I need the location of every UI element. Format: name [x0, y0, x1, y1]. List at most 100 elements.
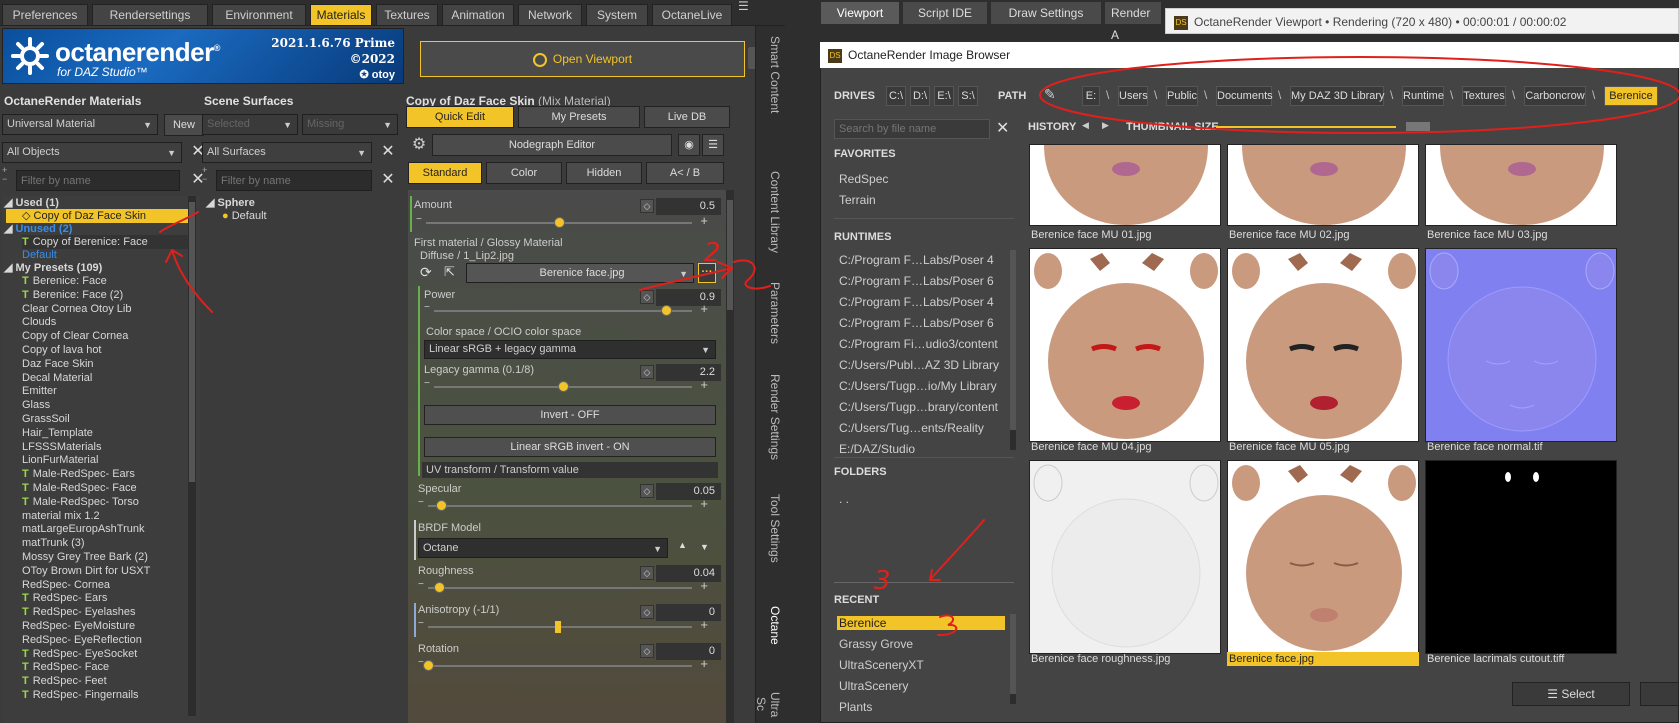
new-material-button[interactable]: New	[164, 114, 204, 136]
link-icon[interactable]: ◇	[640, 484, 654, 498]
uv-transform-row[interactable]: UV transform / Transform value	[422, 462, 718, 478]
tab-draw-settings[interactable]: Draw Settings	[991, 2, 1101, 24]
preset-item[interactable]: T Male-RedSpec- Torso	[22, 495, 139, 509]
legacy-gamma-value[interactable]: 2.2	[656, 364, 721, 381]
preset-item[interactable]: Emitter	[22, 384, 57, 398]
roughness-slider[interactable]: − +	[418, 578, 708, 594]
preset-item[interactable]: T RedSpec- Feet	[22, 674, 107, 688]
preset-item[interactable]: Clouds	[22, 315, 56, 329]
runtimes-item[interactable]: E:/DAZ/Studio	[839, 442, 915, 456]
minus-icon[interactable]: −	[418, 618, 424, 629]
presets-group[interactable]: ◢ My Presets (109)	[4, 261, 102, 275]
plus-icon[interactable]: +	[700, 496, 708, 511]
expand-collapse-icon[interactable]: + −	[202, 166, 212, 184]
slider-track[interactable]	[434, 310, 692, 312]
preset-item[interactable]: Mossy Grey Tree Bark (2)	[22, 550, 148, 564]
power-value[interactable]: 0.9	[656, 289, 721, 306]
link-icon[interactable]: ◇	[640, 290, 654, 304]
open-viewport-button[interactable]: Open Viewport	[420, 41, 745, 77]
panel-menu-icon[interactable]: ☰	[738, 0, 752, 18]
tab-network[interactable]: Network	[518, 4, 582, 26]
surfaces-filter-select[interactable]: All Surfaces	[202, 142, 372, 163]
thumbnail-label[interactable]: Berenice face MU 03.jpg	[1425, 228, 1617, 242]
minus-icon[interactable]: −	[418, 497, 424, 508]
drive-d[interactable]: D:\	[910, 86, 930, 106]
reload-icon[interactable]: ⟳	[420, 264, 436, 282]
runtimes-scrollbar[interactable]	[1010, 250, 1016, 450]
tab-quick-edit[interactable]: Quick Edit	[406, 106, 514, 128]
slider-handle[interactable]	[423, 660, 434, 671]
preset-item[interactable]: GrassSoil	[22, 412, 70, 426]
side-tab-tool-settings[interactable]: Tool Settings	[760, 494, 782, 563]
preset-item[interactable]: T Berenice: Face (2)	[22, 288, 123, 302]
used-material-item[interactable]: ◇ Copy of Daz Face Skin	[6, 209, 190, 223]
recent-item[interactable]: Plants	[839, 700, 872, 714]
recent-item[interactable]: Grassy Grove	[839, 637, 913, 651]
preset-item[interactable]: Clear Cornea Otoy Lib	[22, 302, 131, 316]
arrow-up-icon[interactable]: ▲	[678, 540, 687, 550]
thumbnail-size-handle[interactable]	[1406, 122, 1430, 131]
tab-viewport[interactable]: Viewport	[821, 2, 899, 24]
tab-live-db[interactable]: Live DB	[644, 106, 730, 128]
material-type-select[interactable]: Universal Material	[2, 114, 158, 135]
tab-script-ide[interactable]: Script IDE	[903, 2, 987, 24]
tab-system[interactable]: System	[586, 4, 648, 26]
runtimes-item[interactable]: C:/Users/Tug…ents/Reality	[839, 421, 984, 435]
plus-icon[interactable]: +	[700, 213, 708, 228]
materials-filter-input[interactable]	[16, 170, 180, 191]
cancel-button[interactable]	[1640, 682, 1679, 706]
linear-invert-toggle[interactable]: Linear sRGB invert - ON	[424, 437, 716, 457]
image-browser-titlebar[interactable]: DS OctaneRender Image Browser	[820, 42, 1679, 68]
link-icon[interactable]: ◇	[640, 566, 654, 580]
plus-icon[interactable]: +	[700, 617, 708, 632]
thumbnail-image[interactable]	[1227, 248, 1419, 442]
tab-preferences[interactable]: Preferences	[2, 4, 88, 26]
slider-track[interactable]	[428, 587, 692, 589]
slider-handle[interactable]	[661, 305, 673, 316]
thumbnail-image[interactable]	[1029, 144, 1221, 226]
thumbnail-image[interactable]	[1425, 248, 1617, 442]
viewport-window-title[interactable]: DS OctaneRender Viewport • Rendering (720…	[1165, 8, 1679, 34]
power-slider[interactable]: − +	[424, 301, 708, 317]
plus-icon[interactable]: +	[700, 301, 708, 316]
plus-icon[interactable]: +	[700, 377, 708, 392]
preset-item[interactable]: T RedSpec- EyeSocket	[22, 647, 137, 661]
pencil-icon[interactable]: ✎	[1044, 86, 1056, 103]
list-icon[interactable]: ☰	[702, 134, 724, 156]
specular-slider[interactable]: − +	[418, 496, 708, 512]
thumbnail-label[interactable]: Berenice face MU 01.jpg	[1029, 228, 1221, 242]
unused-item-2[interactable]: Default	[22, 248, 57, 262]
link-icon[interactable]: ◇	[640, 644, 654, 658]
drive-c[interactable]: C:\	[886, 86, 906, 106]
roughness-value[interactable]: 0.04	[656, 565, 721, 582]
runtimes-item[interactable]: C:/Program F…Labs/Poser 6	[839, 316, 994, 330]
subtab-hidden[interactable]: Hidden	[566, 162, 642, 184]
runtimes-item[interactable]: C:/Program F…Labs/Poser 4	[839, 253, 994, 267]
nodegraph-editor-button[interactable]: Nodegraph Editor	[432, 134, 672, 156]
side-tab-parameters[interactable]: Parameters	[760, 282, 782, 344]
tab-materials[interactable]: Materials	[310, 4, 372, 26]
slider-track[interactable]	[428, 665, 692, 667]
path-crumb[interactable]: Textures	[1462, 86, 1506, 106]
thumbnail-image[interactable]	[1425, 460, 1617, 654]
expand-collapse-icon[interactable]: + −	[2, 166, 12, 184]
preset-item[interactable]: material mix 1.2	[22, 509, 100, 523]
thumbnail-label[interactable]: Berenice face normal.tif	[1425, 440, 1617, 454]
thumbnail-image[interactable]	[1227, 460, 1419, 654]
path-crumb[interactable]: Carboncrow	[1524, 86, 1586, 106]
minus-icon[interactable]: −	[418, 579, 424, 590]
unused-item-1[interactable]: T Copy of Berenice: Face	[22, 235, 190, 249]
tab-render-album[interactable]: Render A	[1105, 2, 1161, 42]
select-button[interactable]: ☰ Select	[1512, 682, 1630, 706]
recent-item[interactable]: UltraScenery	[839, 679, 908, 693]
clear-surfaces-name-filter-icon[interactable]: ✕	[378, 170, 398, 190]
legacy-gamma-slider[interactable]: − +	[424, 377, 708, 393]
preset-item[interactable]: RedSpec- Cornea	[22, 578, 110, 592]
history-forward-icon[interactable]: ▶	[1102, 120, 1109, 131]
recent-item[interactable]: UltraSceneryXT	[839, 658, 924, 672]
rotation-value[interactable]: 0	[656, 643, 721, 660]
side-tab-content-library[interactable]: Content Library	[760, 171, 782, 253]
surfaces-filter-input[interactable]	[216, 170, 372, 191]
thumbnail-image[interactable]	[1029, 460, 1221, 654]
path-crumb[interactable]: Berenice	[1604, 86, 1658, 106]
